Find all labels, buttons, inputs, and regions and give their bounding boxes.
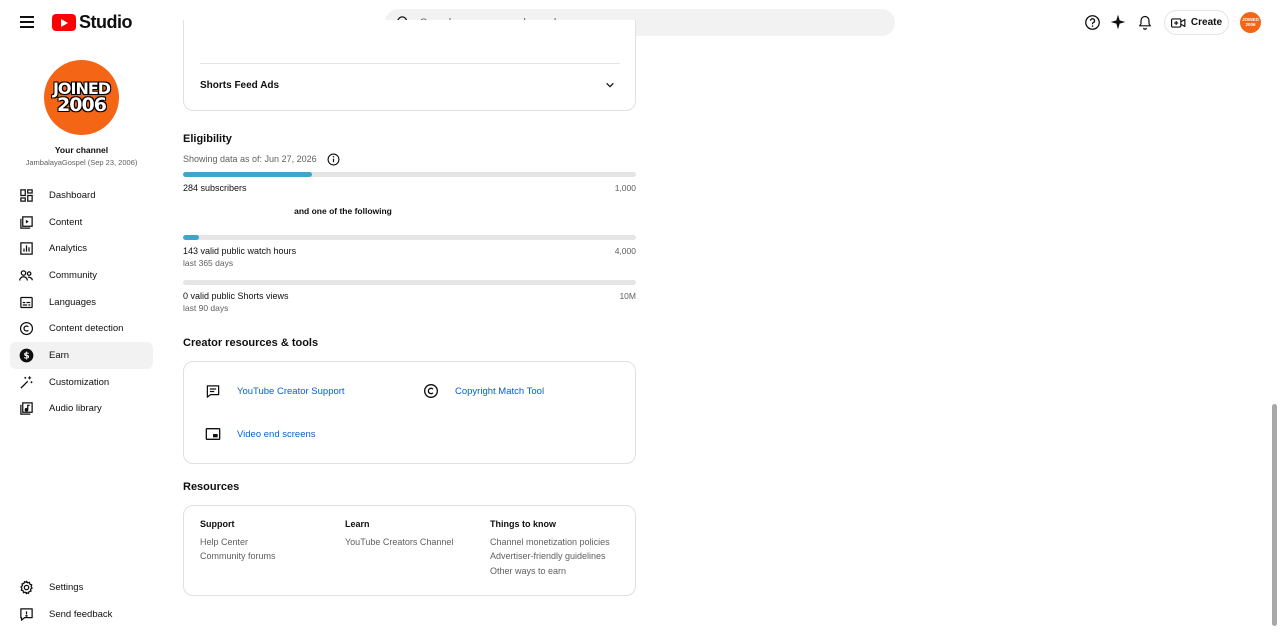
watch-hours-count: 143 valid public watch hours	[183, 246, 297, 256]
sidebar-item-languages[interactable]: Languages	[10, 289, 153, 316]
account-avatar[interactable]: JOINED 2006	[1240, 12, 1261, 33]
left-sidebar: JOINED 2006 Your channel JambalayaGospel…	[0, 44, 163, 634]
studio-logo[interactable]: Studio	[52, 12, 133, 33]
sidebar-item-label: Settings	[49, 581, 84, 593]
resources-card: Support Help Center Community forums Lea…	[183, 505, 636, 596]
sidebar-item-dashboard[interactable]: Dashboard	[10, 182, 153, 209]
other-ways-to-earn-link[interactable]: Other ways to earn	[490, 566, 566, 576]
notifications-bell-icon[interactable]	[1135, 12, 1155, 32]
sidebar-item-label: Content	[49, 216, 83, 228]
channel-avatar-line2: 2006	[57, 94, 107, 117]
sidebar-item-label: Dashboard	[49, 189, 96, 201]
sidebar-item-label: Analytics	[49, 243, 88, 255]
page-scrollbar[interactable]	[1269, 44, 1280, 634]
audio-library-icon	[18, 401, 34, 417]
content-icon	[18, 214, 34, 230]
chat-icon	[205, 384, 221, 402]
watch-hours-period: last 365 days	[183, 258, 234, 268]
video-end-screens-link[interactable]: Video end screens	[237, 429, 316, 440]
scrollbar-thumb[interactable]	[1272, 404, 1277, 626]
create-video-icon	[1170, 17, 1186, 28]
subscribers-target: 1,000	[614, 183, 636, 193]
create-button[interactable]: Create	[1164, 10, 1229, 35]
resources-title: Resources	[183, 481, 240, 493]
sidebar-item-label: Send feedback	[49, 608, 113, 620]
sidebar-item-content[interactable]: Content	[10, 209, 153, 236]
sidebar-nav: Dashboard Content Analytics Community La…	[10, 182, 153, 422]
watch-hours-target: 4,000	[614, 246, 636, 256]
creator-resources-title: Creator resources & tools	[183, 337, 319, 349]
youtube-logo-icon	[52, 14, 76, 31]
gear-icon	[18, 579, 34, 595]
creator-tools-card: YouTube Creator Support Copyright Match …	[183, 361, 636, 464]
end-screen-icon	[205, 427, 221, 444]
shorts-views-period: last 90 days	[183, 303, 229, 313]
sparkle-icon[interactable]	[1108, 12, 1128, 32]
feedback-icon	[18, 606, 34, 622]
sidebar-item-content-detection[interactable]: Content detection	[10, 315, 153, 342]
subscribers-progress-fill	[183, 172, 312, 177]
copyright-match-tool-link[interactable]: Copyright Match Tool	[455, 386, 544, 397]
channel-avatar[interactable]: JOINED 2006	[44, 60, 119, 135]
copyright-icon	[18, 321, 34, 337]
sidebar-item-label: Earn	[49, 349, 70, 361]
watch-hours-progress-bar	[183, 235, 636, 240]
subscribers-count: 284 subscribers	[183, 183, 247, 193]
channel-name: JambalayaGospel (Sep 23, 2006)	[25, 158, 138, 167]
resources-heading-learn: Learn	[345, 519, 370, 529]
languages-icon	[18, 294, 34, 310]
resources-heading-support: Support	[200, 519, 235, 529]
creators-channel-link[interactable]: YouTube Creators Channel	[345, 537, 453, 547]
create-label: Create	[1190, 17, 1223, 28]
help-center-link[interactable]: Help Center	[200, 537, 248, 547]
sidebar-item-community[interactable]: Community	[10, 262, 153, 289]
eligibility-title: Eligibility	[183, 133, 232, 145]
svg-text:$: $	[23, 352, 29, 362]
advertiser-guidelines-link[interactable]: Advertiser-friendly guidelines	[490, 551, 606, 561]
sidebar-item-analytics[interactable]: Analytics	[10, 235, 153, 262]
sidebar-item-label: Customization	[49, 376, 110, 388]
shorts-views-count: 0 valid public Shorts views	[183, 291, 289, 301]
showing-data-date: Showing data as of: Jun 27, 2026	[183, 154, 317, 164]
chevron-down-icon[interactable]	[604, 80, 616, 93]
subscribers-progress-bar	[183, 172, 636, 177]
community-forums-link[interactable]: Community forums	[200, 551, 276, 561]
creator-support-link[interactable]: YouTube Creator Support	[237, 386, 345, 397]
watch-hours-progress-fill	[183, 235, 200, 240]
shorts-views-progress-bar	[183, 280, 636, 285]
sidebar-item-settings[interactable]: Settings	[10, 574, 153, 601]
community-icon	[18, 267, 34, 283]
sidebar-item-audio-library[interactable]: Audio library	[10, 396, 153, 423]
dollar-icon: $	[18, 347, 34, 363]
info-icon[interactable]	[327, 153, 340, 169]
ads-settings-card: Shorts Feed Ads	[183, 20, 636, 111]
your-channel-label: Your channel	[54, 145, 109, 155]
sidebar-item-label: Community	[49, 269, 98, 281]
sidebar-item-label: Audio library	[49, 403, 102, 415]
magic-wand-icon	[18, 374, 34, 390]
sidebar-item-send-feedback[interactable]: Send feedback	[10, 601, 153, 628]
sidebar-item-label: Content detection	[49, 323, 124, 335]
menu-icon[interactable]	[17, 13, 37, 31]
avatar-line2: 2006	[1245, 21, 1256, 27]
app-name: Studio	[79, 12, 133, 32]
shorts-feed-ads-label[interactable]: Shorts Feed Ads	[200, 80, 279, 91]
divider	[200, 63, 620, 64]
sidebar-item-customization[interactable]: Customization	[10, 369, 153, 396]
resources-heading-things-to-know: Things to know	[490, 519, 556, 529]
copyright-icon	[423, 383, 439, 402]
sidebar-item-label: Languages	[49, 296, 97, 308]
help-icon[interactable]	[1082, 12, 1102, 32]
analytics-icon	[18, 241, 34, 257]
monetization-policies-link[interactable]: Channel monetization policies	[490, 537, 610, 547]
sidebar-bottom-nav: Settings Send feedback	[10, 574, 153, 627]
sidebar-item-earn[interactable]: $ Earn	[10, 342, 153, 369]
shorts-views-target: 10M	[619, 291, 636, 301]
dashboard-icon	[18, 187, 34, 203]
and-one-of-following: and one of the following	[294, 206, 392, 216]
